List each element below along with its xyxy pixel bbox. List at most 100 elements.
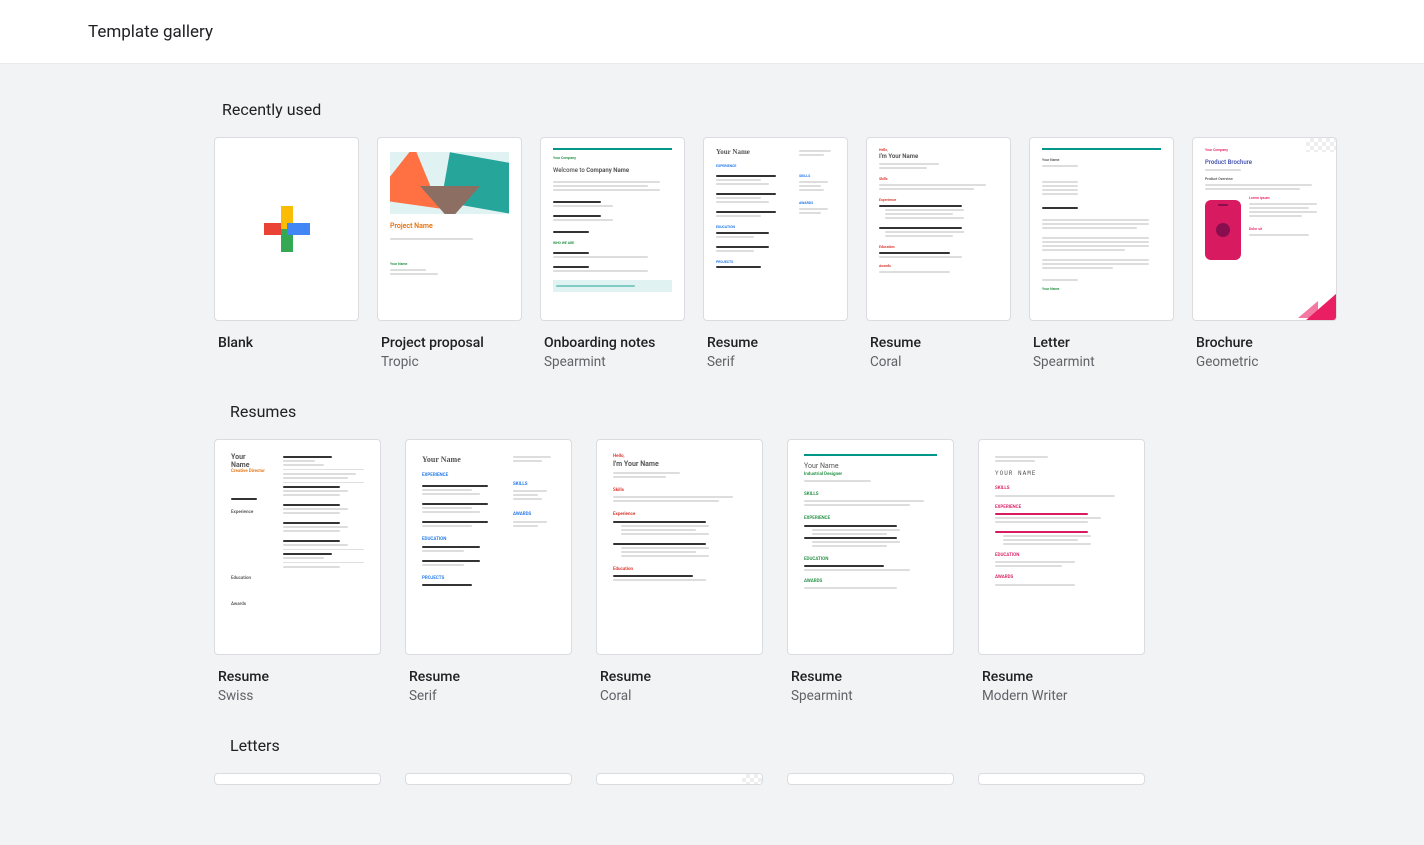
template-subtitle: Spearmint (1029, 354, 1174, 370)
section-resumes: Resumes YourName Creative Director Exper… (72, 390, 1352, 724)
template-card-resume-spearmint[interactable]: Your Name Industrial Designer SKILLS EXP… (787, 439, 954, 704)
section-letters: Letters (72, 724, 1352, 805)
template-card-resume-serif[interactable]: Your Name EXPERIENCE EDUCATION (703, 137, 848, 370)
template-title: Resume (787, 669, 954, 685)
template-title: Letter (1029, 335, 1174, 351)
thumb-heading: Your Name (422, 454, 505, 465)
template-thumb: Hello, I'm Your Name Skills Experience (596, 439, 763, 655)
template-thumb (405, 773, 572, 785)
section-title-letters: Letters (222, 724, 1352, 773)
template-subtitle: Swiss (214, 688, 381, 704)
thumb-heading: YOUR NAME (995, 470, 1128, 478)
thumb-heading: I'm Your Name (613, 460, 746, 470)
thumb-label: Experience (879, 198, 998, 203)
template-card-onboarding-notes[interactable]: Your Company Welcome to Company Name WHO… (540, 137, 685, 370)
thumb-label: EDUCATION (804, 557, 937, 563)
template-thumb (596, 773, 763, 785)
thumb-label: SKILLS (995, 486, 1128, 492)
thumb-label: Lorem ipsum (1249, 196, 1324, 201)
template-title: Resume (405, 669, 572, 685)
thumb-label: EXPERIENCE (995, 505, 1128, 511)
thumb-label: Awards (231, 602, 275, 608)
template-subtitle: Spearmint (540, 354, 685, 370)
template-title: Blank (214, 335, 359, 351)
thumb-label: AWARDS (799, 201, 835, 206)
template-card-blank[interactable]: Blank (214, 137, 359, 370)
template-title: Resume (214, 669, 381, 685)
thumb-label: AWARDS (513, 512, 555, 518)
template-card-resume-coral-2[interactable]: Hello, I'm Your Name Skills Experience (596, 439, 763, 704)
thumb-label: EDUCATION (716, 225, 791, 230)
template-title: Brochure (1192, 335, 1337, 351)
thumb-heading: Your Name (716, 148, 791, 158)
template-thumb: Project Name Your Name (377, 137, 522, 321)
thumb-label: EXPERIENCE (804, 516, 937, 522)
thumb-label: AWARDS (804, 579, 937, 585)
thumb-label: Product Overview (1205, 177, 1324, 182)
template-card-brochure-geometric[interactable]: Your Company Product Brochure Product Ov… (1192, 137, 1337, 370)
thumb-heading: Your Name (804, 462, 937, 472)
template-subtitle: Coral (866, 354, 1011, 370)
thumb-label: Skills (879, 177, 998, 182)
template-card-letter[interactable] (787, 773, 954, 785)
template-card-letter[interactable] (405, 773, 572, 785)
template-thumb (978, 773, 1145, 785)
thumb-label: Experience (613, 512, 746, 518)
template-subtitle: Geometric (1192, 354, 1337, 370)
content-area: Recently used Blank Project Name (0, 64, 1424, 845)
template-card-resume-swiss[interactable]: YourName Creative Director Experience Ed… (214, 439, 381, 704)
thumb-label: Education (613, 567, 746, 573)
thumb-label: SKILLS (513, 482, 555, 488)
template-subtitle: Serif (405, 688, 572, 704)
resumes-row: YourName Creative Director Experience Ed… (72, 439, 1352, 704)
section-recently-used: Recently used Blank Project Name (72, 88, 1352, 390)
template-title: Resume (703, 335, 848, 351)
template-title: Project proposal (377, 335, 522, 351)
thumb-label: Dolor sit (1249, 227, 1324, 232)
template-thumb: Your Name (1029, 137, 1174, 321)
recent-row: Blank Project Name Your Name Project pro… (72, 137, 1352, 370)
template-card-letter[interactable] (214, 773, 381, 785)
template-subtitle: Spearmint (787, 688, 954, 704)
thumb-label: Your Name (390, 262, 509, 267)
template-subtitle: Coral (596, 688, 763, 704)
thumb-label: EDUCATION (422, 537, 505, 543)
template-card-letter[interactable] (596, 773, 763, 785)
template-subtitle: Modern Writer (978, 688, 1145, 704)
thumb-heading: Welcome to Company Name (553, 167, 672, 175)
template-title: Resume (866, 335, 1011, 351)
template-card-letter-spearmint[interactable]: Your Name (1029, 137, 1174, 370)
template-thumb (787, 773, 954, 785)
template-title: Onboarding notes (540, 335, 685, 351)
page-title: Template gallery (88, 22, 213, 42)
thumb-heading: Project Name (390, 222, 509, 232)
template-subtitle: Serif (703, 354, 848, 370)
template-thumb: Your Name Industrial Designer SKILLS EXP… (787, 439, 954, 655)
template-card-project-proposal[interactable]: Project Name Your Name Project proposal … (377, 137, 522, 370)
thumb-label: Your Name (1042, 287, 1161, 292)
template-subtitle: Tropic (377, 354, 522, 370)
thumb-heading: Product Brochure (1205, 159, 1324, 167)
thumb-label: Education (879, 245, 998, 250)
thumb-label: SKILLS (799, 174, 835, 179)
template-card-resume-coral[interactable]: Hello, I'm Your Name Skills Experience (866, 137, 1011, 370)
template-card-resume-serif-2[interactable]: Your Name EXPERIENCE EDUCATION PROJECT (405, 439, 572, 704)
thumb-heading: I'm Your Name (879, 153, 998, 161)
template-title: Resume (596, 669, 763, 685)
header: Template gallery (0, 0, 1424, 64)
template-thumb: Your Name EXPERIENCE EDUCATION (703, 137, 848, 321)
template-thumb (214, 773, 381, 785)
thumb-label: Skills (613, 488, 746, 494)
template-card-letter[interactable] (978, 773, 1145, 785)
template-thumb: Your Name EXPERIENCE EDUCATION PROJECT (405, 439, 572, 655)
template-thumb: Your Company Product Brochure Product Ov… (1192, 137, 1337, 321)
thumb-label: SKILLS (804, 492, 937, 498)
template-thumb (214, 137, 359, 321)
template-card-resume-modern-writer[interactable]: YOUR NAME SKILLS EXPERIENCE EDUCATION (978, 439, 1145, 704)
plus-icon (264, 206, 310, 252)
thumb-label: Awards (879, 264, 998, 269)
thumb-label: EDUCATION (995, 553, 1128, 559)
thumb-label: AWARDS (995, 575, 1128, 581)
template-thumb: YOUR NAME SKILLS EXPERIENCE EDUCATION (978, 439, 1145, 655)
thumb-label: Your Name (1042, 158, 1161, 163)
